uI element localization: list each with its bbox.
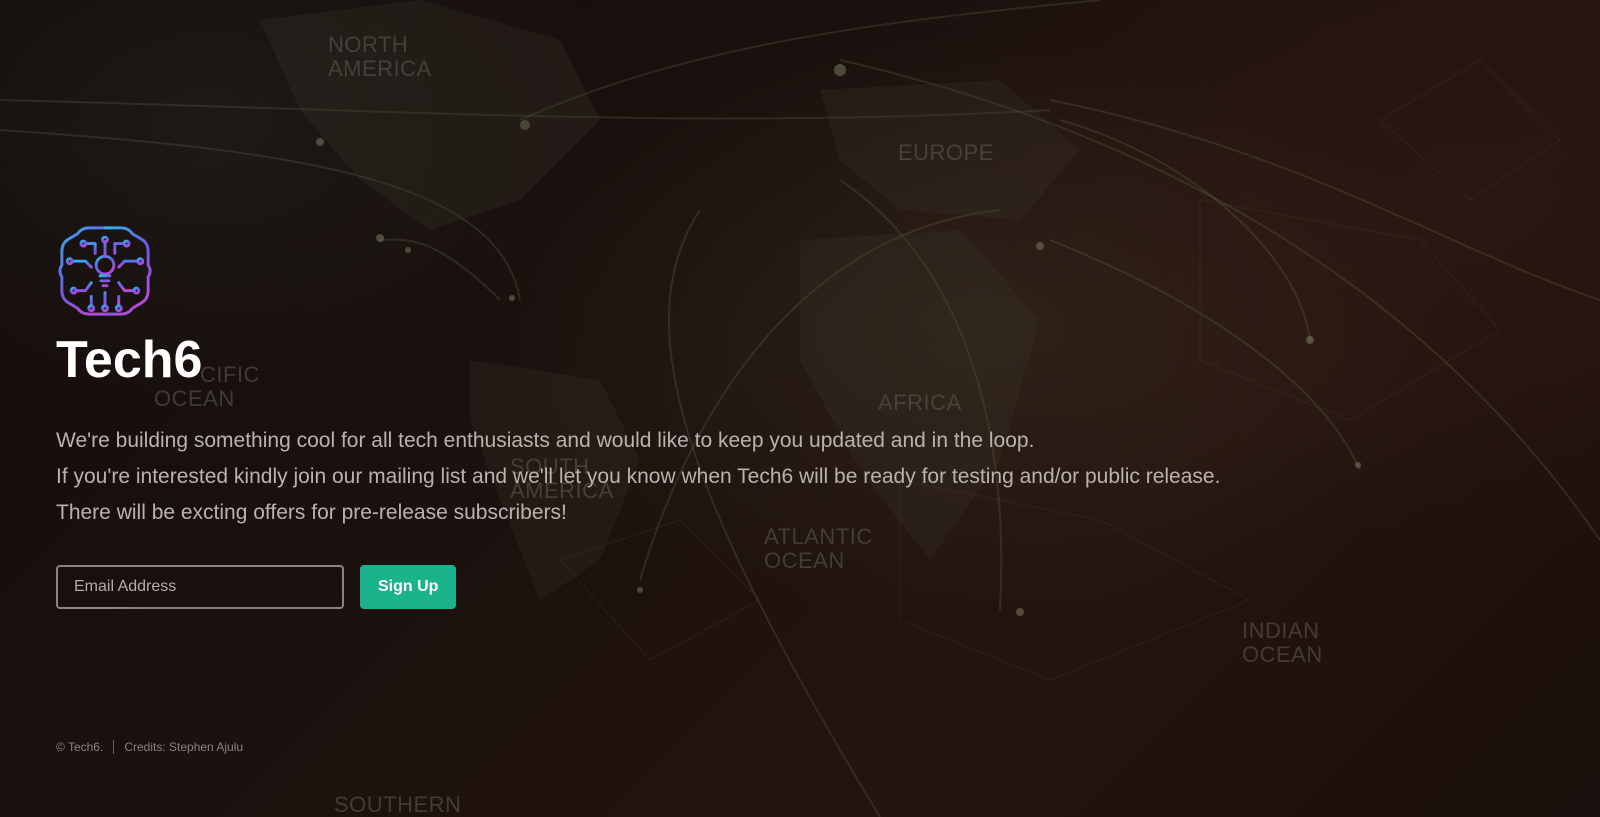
intro-text: We're building something cool for all te… — [56, 423, 1356, 531]
footer-divider — [113, 740, 115, 754]
intro-line-1: We're building something cool for all te… — [56, 429, 1035, 453]
map-label-ocean-indian: OCEAN — [1242, 642, 1323, 667]
landing-page: NORTH AMERICA EUROPE AFRICA CIFIC OCEAN … — [0, 0, 1600, 817]
email-input[interactable] — [56, 565, 344, 610]
copyright-text: © Tech6. — [56, 740, 104, 754]
signup-form: Sign Up — [56, 565, 1356, 610]
brand-title: Tech6 — [56, 331, 203, 389]
map-label-indian: INDIAN — [1242, 618, 1320, 643]
map-label-europe: EUROPE — [898, 140, 994, 165]
credits-text: Credits: Stephen Ajulu — [124, 740, 244, 754]
intro-line-2: If you're interested kindly join our mai… — [56, 465, 1221, 489]
brain-circuit-icon — [58, 226, 152, 316]
intro-line-3: There will be excting offers for pre-rel… — [56, 501, 567, 525]
hero-section: Tech6 We're building something cool for … — [56, 222, 1356, 610]
map-label-southern: SOUTHERN — [334, 792, 461, 817]
sign-up-button[interactable]: Sign Up — [360, 565, 457, 610]
map-label-america: AMERICA — [328, 56, 432, 81]
map-label-north: NORTH — [328, 32, 408, 57]
footer: © Tech6. Credits: Stephen Ajulu — [56, 740, 243, 754]
